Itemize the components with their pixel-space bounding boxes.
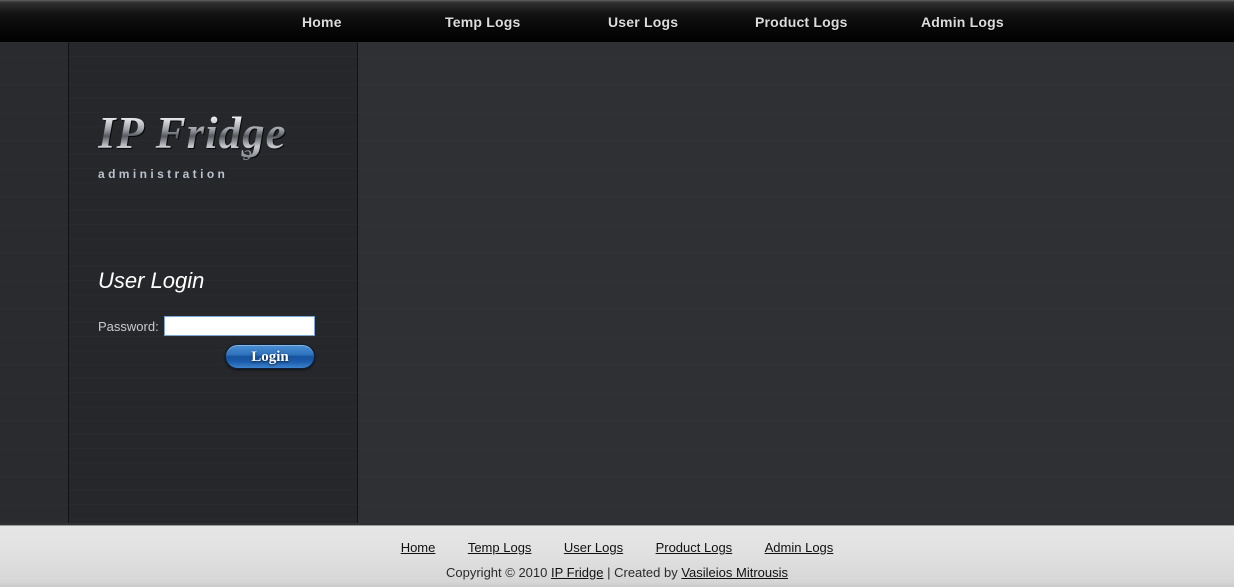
logo-block: IP Fridge ɔ administration bbox=[98, 107, 348, 181]
footer-link-temp-logs[interactable]: Temp Logs bbox=[468, 540, 532, 555]
top-nav-link-temp-logs[interactable]: Temp Logs bbox=[445, 11, 520, 33]
password-input[interactable] bbox=[163, 316, 315, 336]
footer-nav-item-product-logs[interactable]: Product Logs bbox=[656, 539, 733, 557]
top-nav-item-home[interactable]: Home bbox=[302, 11, 342, 33]
login-submit-button[interactable]: Login bbox=[225, 344, 315, 369]
footer-site-link[interactable]: IP Fridge bbox=[551, 565, 604, 580]
main-content-area bbox=[358, 42, 1234, 523]
top-nav-link-home[interactable]: Home bbox=[302, 11, 342, 33]
top-nav-item-product-logs[interactable]: Product Logs bbox=[755, 11, 848, 33]
footer-link-product-logs[interactable]: Product Logs bbox=[656, 540, 733, 555]
page-body: IP Fridge ɔ administration User Login Pa… bbox=[0, 42, 1234, 523]
top-nav-item-temp-logs[interactable]: Temp Logs bbox=[445, 11, 520, 33]
top-nav-item-user-logs[interactable]: User Logs bbox=[608, 11, 678, 33]
main-content-texture bbox=[358, 42, 1234, 523]
footer-nav-list: Home Temp Logs User Logs Product Logs Ad… bbox=[0, 526, 1234, 557]
gutter-texture bbox=[0, 42, 68, 523]
login-heading: User Login bbox=[98, 268, 205, 293]
page-footer: Home Temp Logs User Logs Product Logs Ad… bbox=[0, 525, 1234, 587]
sidebar-panel: IP Fridge ɔ administration User Login Pa… bbox=[69, 42, 358, 523]
left-gutter bbox=[0, 42, 69, 523]
top-nav-link-product-logs[interactable]: Product Logs bbox=[755, 11, 848, 33]
top-nav-link-admin-logs[interactable]: Admin Logs bbox=[921, 11, 1004, 33]
top-nav-link-user-logs[interactable]: User Logs bbox=[608, 11, 678, 33]
password-field-row: Password: bbox=[98, 316, 348, 336]
top-navigation-bar: Home Temp Logs User Logs Product Logs Ad… bbox=[0, 0, 1234, 42]
password-label: Password: bbox=[98, 318, 159, 334]
copyright-prefix-text: Copyright © 2010 bbox=[446, 565, 551, 580]
footer-link-user-logs[interactable]: User Logs bbox=[564, 540, 623, 555]
footer-nav-item-admin-logs[interactable]: Admin Logs bbox=[765, 539, 834, 557]
logo-swirl-icon: ɔ bbox=[243, 143, 252, 165]
login-button-row: Login bbox=[98, 344, 348, 369]
logo-subtitle: administration bbox=[98, 167, 229, 181]
footer-nav-item-temp-logs[interactable]: Temp Logs bbox=[468, 539, 532, 557]
copyright-separator-text: | Created by bbox=[603, 565, 682, 580]
footer-nav-item-user-logs[interactable]: User Logs bbox=[564, 539, 623, 557]
top-nav-item-admin-logs[interactable]: Admin Logs bbox=[921, 11, 1004, 33]
footer-link-admin-logs[interactable]: Admin Logs bbox=[765, 540, 834, 555]
user-login-form: User Login Password: Login bbox=[98, 268, 348, 369]
top-nav-list: Home Temp Logs User Logs Product Logs Ad… bbox=[0, 0, 1234, 42]
footer-author-link[interactable]: Vasileios Mitrousis bbox=[681, 565, 788, 580]
footer-nav-item-home[interactable]: Home bbox=[401, 539, 436, 557]
footer-copyright: Copyright © 2010 IP Fridge | Created by … bbox=[0, 565, 1234, 580]
footer-link-home[interactable]: Home bbox=[401, 540, 436, 555]
